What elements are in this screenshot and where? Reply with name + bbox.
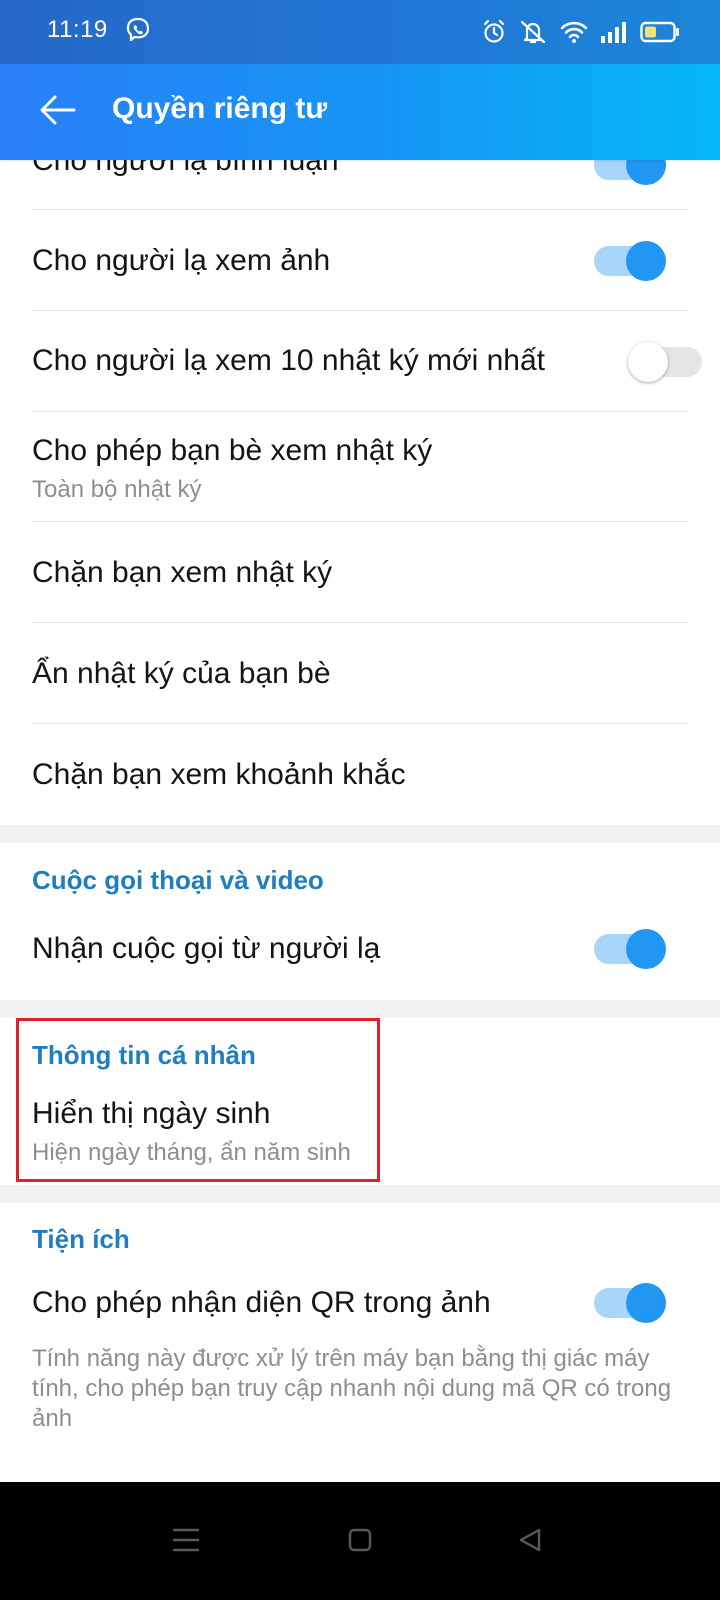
setting-label: Cho người lạ xem 10 nhật ký mới nhất — [32, 344, 546, 377]
highlight-box — [16, 1018, 380, 1182]
section-title-utilities: Tiện ích — [32, 1224, 130, 1254]
setting-label: Chặn bạn xem nhật ký — [32, 556, 333, 589]
setting-label: Cho người lạ xem ảnh — [32, 244, 331, 277]
signal-icon — [600, 20, 628, 44]
setting-row-hide-friends-diary[interactable]: Ẩn nhật ký của bạn bè — [32, 623, 688, 724]
qr-description: Tính năng này được xử lý trên máy bạn bằ… — [32, 1345, 672, 1432]
stranger-ten-diary-toggle[interactable] — [628, 342, 704, 382]
home-icon — [346, 1526, 374, 1559]
nav-menu-button[interactable] — [164, 1520, 208, 1564]
setting-label: Ẩn nhật ký của bạn bè — [32, 657, 331, 690]
arrow-left-icon — [40, 95, 76, 130]
settings-list: Cho người lạ bình luận Cho người lạ xem … — [0, 0, 720, 1512]
setting-row-qr-recognition[interactable]: Cho phép nhận diện QR trong ảnh — [32, 1270, 688, 1340]
top-header: 11:19 Quyền riêng tư — [0, 0, 720, 160]
system-nav-bar — [0, 1482, 720, 1600]
page-title: Quyền riêng tư — [112, 92, 328, 125]
alarm-icon — [482, 19, 506, 45]
setting-row-stranger-ten-diary[interactable]: Cho người lạ xem 10 nhật ký mới nhất — [32, 311, 702, 412]
setting-label: Cho phép nhận diện QR trong ảnh — [32, 1286, 491, 1319]
setting-row-stranger-calls[interactable]: Nhận cuộc gọi từ người lạ — [32, 910, 688, 1000]
setting-label: Chặn bạn xem khoảnh khắc — [32, 758, 406, 791]
mute-icon — [518, 19, 548, 45]
menu-icon — [171, 1526, 201, 1559]
section-title-calls: Cuộc gọi thoại và video — [32, 865, 324, 895]
setting-sublabel: Toàn bộ nhật ký — [32, 476, 202, 503]
wifi-icon — [560, 20, 588, 44]
setting-label: Cho phép bạn bè xem nhật ký — [32, 434, 433, 467]
setting-row-stranger-photos[interactable]: Cho người lạ xem ảnh — [32, 210, 688, 311]
section-divider — [0, 1185, 720, 1203]
section-divider — [0, 825, 720, 843]
stranger-photos-toggle[interactable] — [594, 241, 666, 281]
viber-icon — [124, 16, 152, 44]
back-icon — [516, 1526, 544, 1559]
setting-label: Nhận cuộc gọi từ người lạ — [32, 932, 381, 965]
status-time: 11:19 — [47, 16, 108, 43]
status-icons — [482, 16, 680, 48]
section-divider — [0, 1000, 720, 1018]
battery-icon — [640, 20, 680, 44]
setting-row-block-view-diary[interactable]: Chặn bạn xem nhật ký — [32, 522, 688, 623]
back-button[interactable] — [30, 84, 86, 140]
nav-back-button[interactable] — [508, 1520, 552, 1564]
qr-recognition-toggle[interactable] — [594, 1283, 666, 1323]
status-bar: 11:19 — [0, 0, 720, 64]
stranger-calls-toggle[interactable] — [594, 929, 666, 969]
setting-row-block-view-moments[interactable]: Chặn bạn xem khoảnh khắc — [32, 724, 688, 825]
nav-home-button[interactable] — [338, 1520, 382, 1564]
setting-row-friends-view-diary[interactable]: Cho phép bạn bè xem nhật ký Toàn bộ nhật… — [32, 412, 688, 522]
app-bar: Quyền riêng tư — [0, 64, 720, 160]
